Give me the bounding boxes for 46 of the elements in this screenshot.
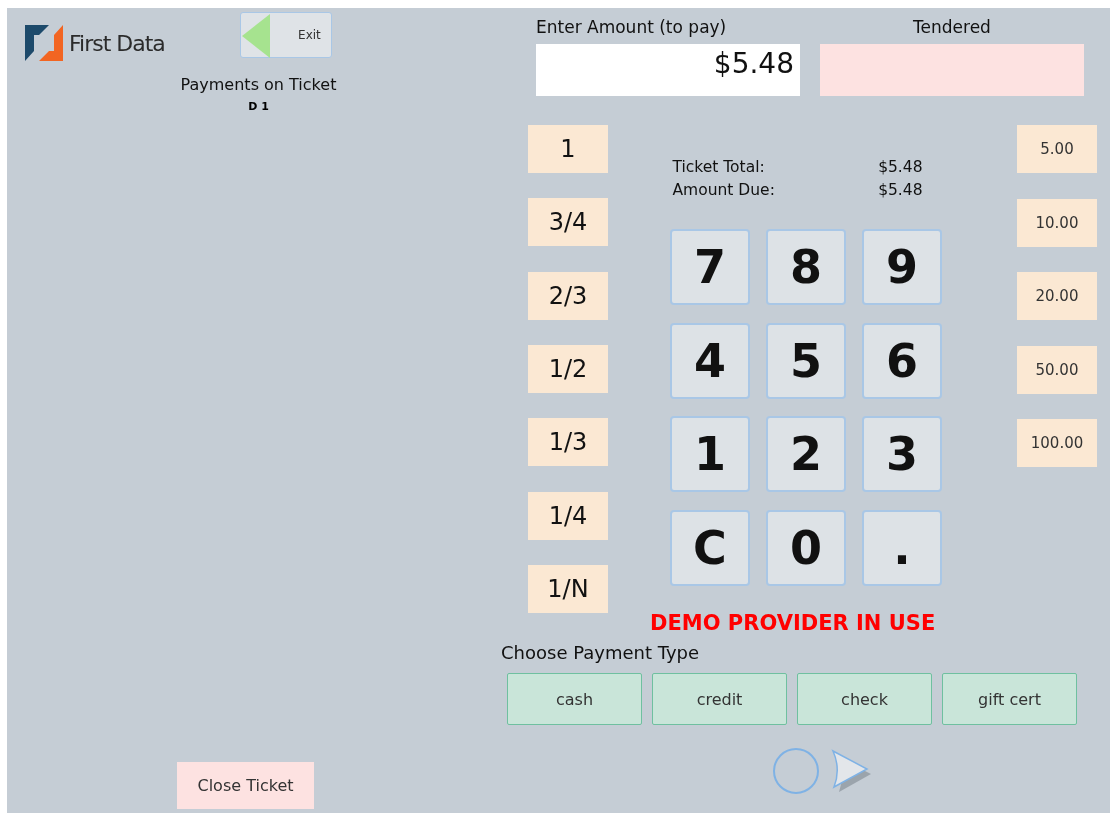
tendered-label: Tendered: [912, 17, 992, 39]
keypad-key[interactable]: 3: [862, 416, 942, 492]
brand-name: First Data: [69, 30, 165, 56]
payment-type-label: Choose Payment Type: [501, 642, 701, 663]
keypad-key[interactable]: C: [670, 509, 750, 586]
ticket-title: Payments on Ticket: [179, 75, 338, 94]
keypad-key[interactable]: 0: [766, 509, 846, 586]
tendered-field[interactable]: [820, 44, 1084, 96]
fraction-button[interactable]: 1/2: [528, 345, 608, 393]
denomination-button[interactable]: 100.00: [1017, 419, 1097, 467]
denomination-button[interactable]: 5.00: [1017, 125, 1097, 173]
denomination-button[interactable]: 50.00: [1017, 345, 1097, 394]
fraction-button[interactable]: 1/3: [528, 418, 608, 467]
amount-field[interactable]: $5.48: [536, 44, 800, 96]
fraction-button[interactable]: 1/N: [528, 565, 608, 613]
payment-type-button[interactable]: check: [797, 673, 932, 725]
summary-label: Ticket Total:: [672, 158, 766, 176]
keypad-key[interactable]: .: [862, 509, 942, 586]
circle-icon[interactable]: [772, 747, 820, 795]
denomination-button[interactable]: 10.00: [1017, 198, 1097, 247]
keypad-key[interactable]: 4: [670, 322, 750, 399]
keypad-key[interactable]: 1: [670, 416, 750, 492]
logo-icon: [25, 25, 63, 61]
keypad-key[interactable]: 9: [862, 229, 942, 305]
demo-notice: DEMO PROVIDER IN USE: [650, 611, 937, 635]
summary-value: $5.48: [877, 181, 923, 199]
keypad-key[interactable]: 5: [766, 322, 846, 399]
amount-label: Enter Amount (to pay): [536, 17, 728, 39]
keypad-key[interactable]: 2: [766, 416, 846, 492]
payment-type-button[interactable]: credit: [652, 673, 787, 725]
denomination-button[interactable]: 20.00: [1017, 272, 1097, 320]
close-ticket-button[interactable]: Close Ticket: [177, 762, 314, 809]
keypad-key[interactable]: 7: [670, 229, 750, 305]
keypad-key[interactable]: 6: [862, 322, 942, 399]
fraction-button[interactable]: 1: [528, 125, 608, 173]
summary-label: Amount Due:: [672, 181, 776, 199]
ticket-id: D 1: [247, 100, 270, 113]
fraction-button[interactable]: 3/4: [528, 198, 608, 247]
payment-type-button[interactable]: cash: [507, 673, 642, 725]
next-arrow-icon[interactable]: [830, 748, 872, 794]
payment-type-button[interactable]: gift cert: [942, 673, 1077, 725]
keypad-key[interactable]: 8: [766, 229, 846, 305]
fraction-button[interactable]: 1/4: [528, 491, 608, 540]
exit-button[interactable]: Exit: [239, 12, 332, 58]
summary-value: $5.48: [877, 158, 923, 176]
fraction-button[interactable]: 2/3: [528, 271, 608, 320]
